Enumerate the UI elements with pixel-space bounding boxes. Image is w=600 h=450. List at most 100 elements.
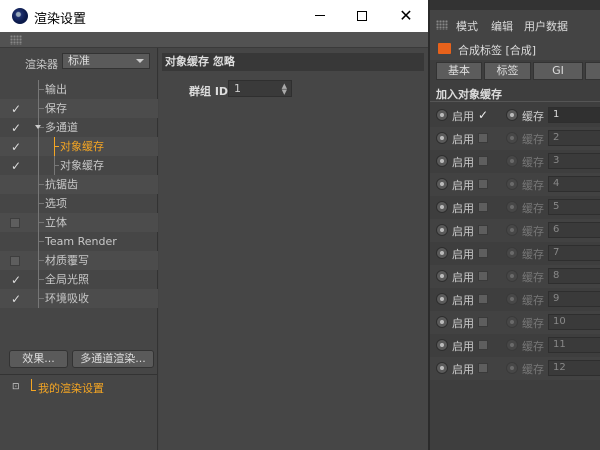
menu-edit[interactable]: 编辑 <box>491 18 513 34</box>
enable-checkbox[interactable] <box>478 248 488 258</box>
grip-icon[interactable] <box>10 35 22 45</box>
tree-item[interactable]: ✓ 环境吸收 <box>0 289 158 308</box>
grip-icon[interactable] <box>436 20 448 30</box>
animate-radio-icon[interactable] <box>436 109 448 121</box>
cache-id-field[interactable]: 9 <box>548 291 600 307</box>
animate-radio-icon[interactable] <box>436 155 448 167</box>
checkmark-icon[interactable]: ✓ <box>10 274 22 286</box>
cache-id-field[interactable]: 6 <box>548 222 600 238</box>
animate-radio-icon[interactable] <box>506 270 518 282</box>
enable-checkbox[interactable] <box>478 363 488 373</box>
enable-checkbox[interactable] <box>478 294 488 304</box>
tree-item[interactable]: 立体 <box>0 213 158 232</box>
tree-item[interactable]: ✓ 对象缓存 <box>0 156 158 175</box>
enable-checkbox[interactable] <box>478 133 488 143</box>
checkbox[interactable] <box>10 256 20 266</box>
animate-radio-icon[interactable] <box>436 178 448 190</box>
tree-item[interactable]: ✓ 全局光照 <box>0 270 158 289</box>
enable-checkmark-icon[interactable]: ✓ <box>478 109 488 121</box>
tab-basic[interactable]: 基本 <box>436 62 482 80</box>
tree-connector <box>31 390 36 391</box>
tab-more[interactable] <box>585 62 600 80</box>
multipass-render-button[interactable]: 多通道渲染... <box>72 350 154 368</box>
animate-radio-icon[interactable] <box>436 316 448 328</box>
spinner-icon[interactable]: ▲ ▼ <box>282 83 287 96</box>
expand-triangle-icon[interactable] <box>35 125 41 129</box>
enable-label: 启用 <box>452 271 474 284</box>
animate-radio-icon[interactable] <box>436 270 448 282</box>
animate-radio-icon[interactable] <box>506 339 518 351</box>
tree-connector <box>38 156 39 175</box>
tree-item[interactable]: 材质覆写 <box>0 251 158 270</box>
animate-radio-icon[interactable] <box>506 201 518 213</box>
animate-radio-icon[interactable] <box>436 339 448 351</box>
cache-id-field[interactable]: 12 <box>548 360 600 376</box>
enable-checkbox[interactable] <box>478 156 488 166</box>
minimize-button[interactable] <box>298 0 342 32</box>
group-id-field[interactable]: 1 ▲ ▼ <box>228 80 292 97</box>
effects-button[interactable]: 效果... <box>9 350 68 368</box>
animate-radio-icon[interactable] <box>436 132 448 144</box>
cache-id-field[interactable]: 2 <box>548 130 600 146</box>
enable-checkbox[interactable] <box>478 317 488 327</box>
enable-label: 启用 <box>452 317 474 330</box>
animate-radio-icon[interactable] <box>506 247 518 259</box>
tab-tag[interactable]: 标签 <box>484 62 531 80</box>
cache-id-field[interactable]: 11 <box>548 337 600 353</box>
renderer-select[interactable]: 标准 <box>62 53 150 69</box>
tree-item[interactable]: 输出 <box>0 80 158 99</box>
cache-label: 缓存 <box>522 340 544 353</box>
enable-checkbox[interactable] <box>478 179 488 189</box>
animate-radio-icon[interactable] <box>436 224 448 236</box>
tree-item[interactable]: ✓ 多通道 <box>0 118 158 137</box>
enable-checkbox[interactable] <box>478 225 488 235</box>
tree-item[interactable]: 选项 <box>0 194 158 213</box>
section-header: 对象缓存 忽略 <box>162 53 424 71</box>
animate-radio-icon[interactable] <box>506 178 518 190</box>
animate-radio-icon[interactable] <box>436 201 448 213</box>
menu-mode[interactable]: 模式 <box>456 18 478 34</box>
cache-id-field[interactable]: 4 <box>548 176 600 192</box>
title-bar[interactable]: 渲染设置 ✕ <box>0 0 428 32</box>
tree-item[interactable]: Team Render <box>0 232 158 251</box>
checkmark-icon[interactable]: ✓ <box>10 141 22 153</box>
animate-radio-icon[interactable] <box>506 316 518 328</box>
enable-checkbox[interactable] <box>478 271 488 281</box>
checkbox[interactable] <box>10 218 20 228</box>
enable-label: 启用 <box>452 202 474 215</box>
checkmark-icon[interactable]: ✓ <box>10 160 22 172</box>
cache-id-field[interactable]: 3 <box>548 153 600 169</box>
tree-connector <box>38 260 44 261</box>
cache-id-field[interactable]: 7 <box>548 245 600 261</box>
cache-id-field[interactable]: 5 <box>548 199 600 215</box>
maximize-button[interactable] <box>340 0 384 32</box>
close-button[interactable]: ✕ <box>384 0 428 32</box>
animate-radio-icon[interactable] <box>436 362 448 374</box>
animate-radio-icon[interactable] <box>506 155 518 167</box>
cache-label: 缓存 <box>522 248 544 261</box>
animate-radio-icon[interactable] <box>436 247 448 259</box>
tab-gi[interactable]: GI <box>533 62 583 80</box>
animate-radio-icon[interactable] <box>436 293 448 305</box>
window-menu-strip <box>0 32 428 48</box>
checkmark-icon[interactable]: ✓ <box>10 293 22 305</box>
enable-checkbox[interactable] <box>478 340 488 350</box>
cache-id-field[interactable]: 8 <box>548 268 600 284</box>
menu-user-data[interactable]: 用户数据 <box>524 18 568 34</box>
cache-id-field[interactable]: 1 <box>548 107 600 123</box>
tree-connector <box>38 184 44 185</box>
tree-item[interactable]: ✓ 保存 <box>0 99 158 118</box>
animate-radio-icon[interactable] <box>506 293 518 305</box>
checkmark-icon[interactable]: ✓ <box>10 122 22 134</box>
preset-item-my-render-settings[interactable]: 我的渲染设置 <box>38 380 104 396</box>
checkmark-icon[interactable]: ✓ <box>10 103 22 115</box>
tree-connector <box>38 279 44 280</box>
tree-item[interactable]: ✓ 对象缓存 <box>0 137 158 156</box>
tree-item[interactable]: 抗锯齿 <box>0 175 158 194</box>
animate-radio-icon[interactable] <box>506 362 518 374</box>
animate-radio-icon[interactable] <box>506 224 518 236</box>
animate-radio-icon[interactable] <box>506 109 518 121</box>
enable-checkbox[interactable] <box>478 202 488 212</box>
animate-radio-icon[interactable] <box>506 132 518 144</box>
cache-id-field[interactable]: 10 <box>548 314 600 330</box>
